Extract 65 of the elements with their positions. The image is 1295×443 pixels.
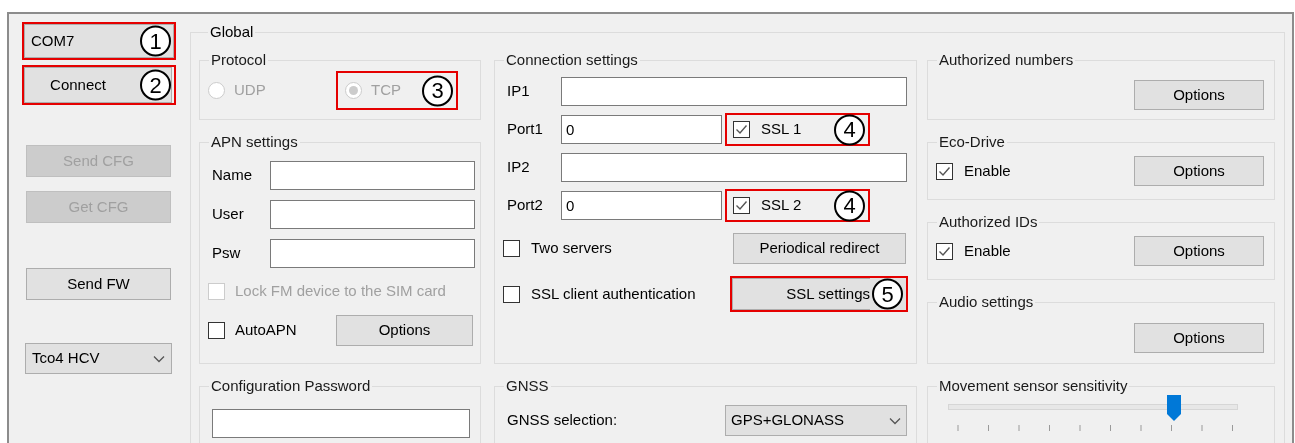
field-label: IP1 <box>507 81 531 102</box>
group-title: Connection settings <box>505 51 639 69</box>
group-title: Eco-Drive <box>938 133 1006 151</box>
check-icon <box>938 244 951 258</box>
input-field[interactable] <box>561 153 907 182</box>
push-button[interactable]: Options <box>1134 236 1264 266</box>
checkbox[interactable] <box>208 321 225 339</box>
field-label: IP2 <box>507 157 531 178</box>
checkbox-label: Enable <box>964 160 1011 181</box>
callout-number: 4 <box>834 190 865 221</box>
input-field[interactable] <box>270 239 475 268</box>
callout-number: 5 <box>872 278 903 310</box>
checkbox-label: Enable <box>964 240 1011 261</box>
checkbox-label: SSL 1 <box>761 119 802 140</box>
callout-number: 3 <box>422 75 453 106</box>
checkbox[interactable] <box>733 121 750 138</box>
check-icon <box>735 199 748 212</box>
group-title: Authorized IDs <box>938 213 1039 231</box>
group-title: Movement sensor sensitivity <box>938 377 1129 395</box>
device-dropdown[interactable]: Tco4 HCV <box>25 343 172 374</box>
checkbox[interactable] <box>733 197 750 214</box>
radio-label: TCP <box>371 80 401 101</box>
input-field[interactable]: 0 <box>561 191 722 220</box>
checkbox-label: SSL 2 <box>761 195 802 216</box>
callout-number: 4 <box>834 114 865 145</box>
checkbox[interactable] <box>503 240 520 257</box>
checkbox-label: Lock FM device to the SIM card <box>235 281 446 301</box>
checkbox-label: AutoAPN <box>235 319 298 340</box>
check-icon <box>938 164 951 178</box>
group-title: Audio settings <box>938 293 1035 311</box>
checkbox[interactable] <box>503 285 520 303</box>
group-title: Protocol <box>210 51 268 69</box>
input-field[interactable]: 0 <box>561 115 722 144</box>
gnss-dropdown[interactable]: GPS+GLONASS <box>725 405 907 436</box>
input-field[interactable] <box>561 77 907 106</box>
check-icon <box>735 123 748 136</box>
push-button[interactable]: Options <box>1134 156 1264 186</box>
push-button[interactable]: Options <box>1134 80 1264 110</box>
group-title: GNSS <box>505 377 550 395</box>
slider-thumb[interactable] <box>1165 394 1182 422</box>
field-label: Port2 <box>507 195 544 216</box>
field-label: User <box>212 204 245 225</box>
group-title: Configuration Password <box>210 377 372 395</box>
checkbox-label: Two servers <box>531 238 612 259</box>
field-label: GNSS selection: <box>507 410 618 431</box>
group-title: APN settings <box>210 133 299 151</box>
chevron-down-icon <box>153 354 165 363</box>
chevron-down-icon <box>889 416 901 425</box>
push-button[interactable]: Options <box>1134 323 1264 353</box>
input-field[interactable] <box>212 409 470 438</box>
group-title: Authorized numbers <box>938 51 1075 69</box>
radio-label: UDP <box>234 80 266 101</box>
checkbox[interactable] <box>936 162 953 180</box>
field-label: Psw <box>212 243 242 264</box>
checkbox-label: SSL client authentication <box>531 283 696 304</box>
push-button[interactable]: Send FW <box>26 268 171 300</box>
group-title: Global <box>209 23 255 41</box>
input-field[interactable] <box>270 161 475 190</box>
push-button[interactable]: Periodical redirect <box>733 233 906 264</box>
input-field[interactable] <box>270 200 475 229</box>
field-label: Name <box>212 165 253 186</box>
push-button[interactable]: SSL settings <box>732 278 870 310</box>
checkbox[interactable] <box>936 242 953 260</box>
push-button[interactable]: Options <box>336 314 473 346</box>
field-label: Port1 <box>507 119 544 140</box>
